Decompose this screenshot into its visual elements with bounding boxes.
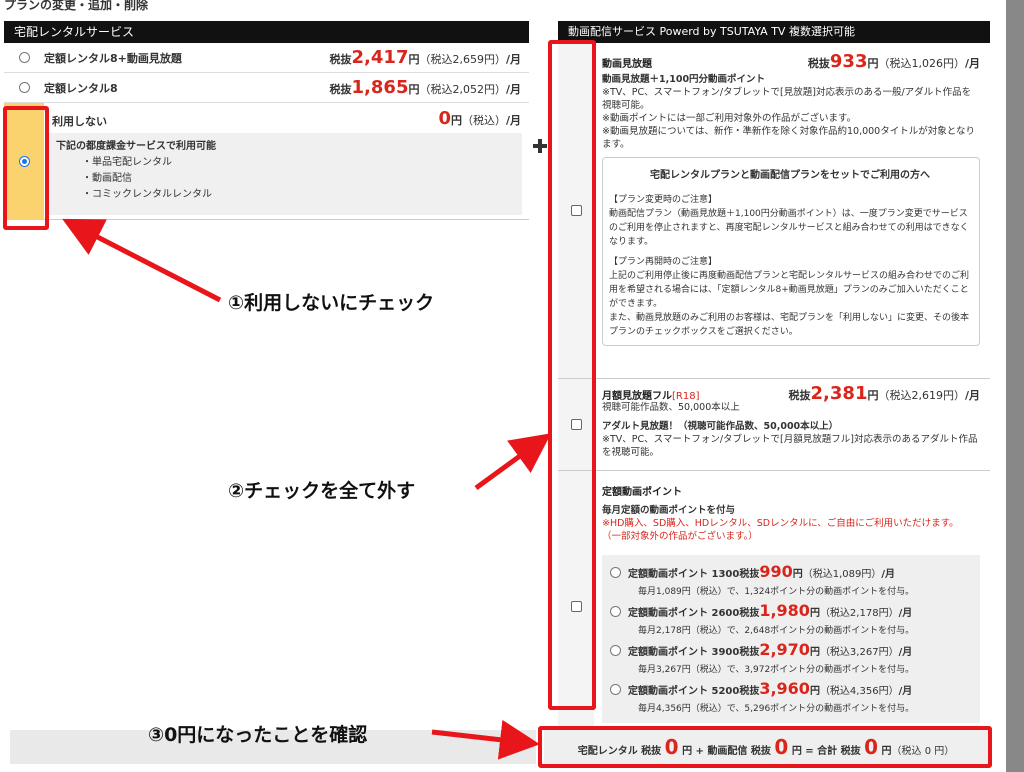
- annotation-step-1: ①利用しないにチェック: [228, 292, 435, 314]
- arrow-step-1: [62, 218, 222, 303]
- points-option-2-radio[interactable]: [610, 606, 621, 617]
- points-option-1-title: 定額動画ポイント 1300税抜990円（税込1,089円）/月: [628, 562, 896, 581]
- rental-none-info-title: 下記の都度課金サービスで利用可能: [56, 141, 216, 152]
- points-option-1-radio[interactable]: [610, 567, 621, 578]
- full-price: 税抜2,381円（税込2,619円）/月: [788, 383, 980, 404]
- points-highlight: 毎月定額の動画ポイントを付与: [602, 505, 736, 516]
- points-option-1-sub: 毎月1,089円（税込）で、1,324ポイント分の動画ポイントを付与。: [638, 587, 915, 597]
- notice-1-head: 【プラン変更時のご注意】: [609, 195, 718, 205]
- points-options: 定額動画ポイント 1300税抜990円（税込1,089円）/月 毎月1,089円…: [602, 555, 980, 723]
- rental-none-info-box: 下記の都度課金サービスで利用可能 ・単品宅配レンタル ・動画配信 ・コミックレン…: [46, 133, 522, 215]
- points-option-4-sub: 毎月4,356円（税込）で、5,296ポイント分の動画ポイントを付与。: [638, 704, 915, 714]
- points-option-2[interactable]: 定額動画ポイント 2600税抜1,980円（税込2,178円）/月 毎月2,17…: [602, 602, 972, 639]
- rental-plan-row-1[interactable]: 定額レンタル8+動画見放題 税抜2,417円（税込2,659円）/月: [4, 43, 529, 73]
- points-option-4-radio[interactable]: [610, 684, 621, 695]
- list-item: ・単品宅配レンタル: [82, 157, 172, 168]
- full-highlight: アダルト見放題！（視聴可能作品数、50,000本以上）: [602, 421, 839, 432]
- streaming-service-panel: 動画配信サービス Powerd by TSUTAYA TV 複数選択可能 動画見…: [558, 21, 990, 741]
- points-option-2-sub: 毎月2,178円（税込）で、2,648ポイント分の動画ポイントを付与。: [638, 626, 915, 636]
- highlight-price-summary: [538, 726, 992, 768]
- list-item: ・動画配信: [82, 173, 132, 184]
- list-item: ・コミックレンタルレンタル: [82, 189, 212, 200]
- rental-panel-header: 宅配レンタルサービス: [4, 21, 529, 43]
- arrow-step-2: [474, 433, 552, 491]
- rental-plan-1-label: 定額レンタル8+動画見放題: [44, 51, 182, 65]
- rental-none-label: 利用しない: [52, 115, 107, 128]
- points-title: 定額動画ポイント: [602, 487, 682, 498]
- points-option-3-sub: 毎月3,267円（税込）で、3,972ポイント分の動画ポイントを付与。: [638, 665, 915, 675]
- full-title: 月額見放題フル[R18]: [602, 391, 700, 402]
- points-option-3[interactable]: 定額動画ポイント 3900税抜2,970円（税込3,267円）/月 毎月3,26…: [602, 641, 972, 678]
- streaming-points-section: 定額動画ポイント 毎月定額の動画ポイントを付与 ※HD購入、SD購入、HDレンタ…: [558, 471, 990, 741]
- points-option-3-radio[interactable]: [610, 645, 621, 656]
- rental-plan-1-radio[interactable]: [18, 52, 30, 63]
- points-option-2-title: 定額動画ポイント 2600税抜1,980円（税込2,178円）/月: [628, 601, 913, 620]
- points-desc: ※HD購入、SD購入、HDレンタル、SDレンタルに、ご自由にご利用いただけます。: [602, 518, 959, 529]
- points-option-4[interactable]: 定額動画ポイント 5200税抜3,960円（税込4,356円）/月 毎月4,35…: [602, 680, 972, 717]
- points-option-4-title: 定額動画ポイント 5200税抜3,960円（税込4,356円）/月: [628, 679, 913, 698]
- plus-icon: [533, 139, 547, 153]
- rental-plan-1-price: 税抜2,417円（税込2,659円）/月: [329, 47, 521, 68]
- rental-none-row[interactable]: 利用しない 0円（税込）/月 下記の都度課金サービスで利用可能 ・単品宅配レンタ…: [4, 103, 529, 220]
- notice-2-extra: また、動画見放題のみご利用のお客様は、宅配プランを「利用しない」に変更、その後本…: [609, 313, 970, 337]
- rental-plan-2-price: 税抜1,865円（税込2,052円）/月: [329, 77, 521, 98]
- annotation-step-2: ②チェックを全て外す: [228, 480, 416, 502]
- mihodai-price: 税抜933円（税込1,026円）/月: [807, 51, 980, 72]
- highlight-none-radio: [3, 106, 49, 230]
- mihodai-title: 動画見放題: [602, 59, 652, 70]
- rental-plan-2-radio[interactable]: [18, 82, 30, 93]
- mihodai-desc-3: ※動画見放題については、新作・準新作を除く対象作品約10,000タイトルが対象と…: [602, 126, 975, 150]
- notice-2-head: 【プラン再開時のご注意】: [609, 257, 718, 267]
- annotation-step-3: ③0円になったことを確認: [148, 724, 368, 746]
- rental-plan-row-2[interactable]: 定額レンタル8 税抜1,865円（税込2,052円）/月: [4, 73, 529, 103]
- points-desc-2: （一部対象外の作品がございます。）: [602, 531, 758, 542]
- rental-none-price: 0円（税込）/月: [438, 108, 521, 129]
- mihodai-highlight: 動画見放題＋1,100円分動画ポイント: [602, 74, 766, 85]
- points-option-1[interactable]: 定額動画ポイント 1300税抜990円（税込1,089円）/月 毎月1,089円…: [602, 563, 972, 600]
- mihodai-desc-2: ※動画ポイントには一部ご利用対象外の作品がございます。: [602, 113, 857, 124]
- scrollbar[interactable]: [1006, 0, 1024, 772]
- mihodai-notice-box: 宅配レンタルプランと動画配信プランをセットでご利用の方へ 【プラン変更時のご注意…: [602, 157, 980, 346]
- streaming-full-section: 月額見放題フル[R18] 税抜2,381円（税込2,619円）/月 視聴可能作品…: [558, 379, 990, 471]
- full-desc: ※TV、PC、スマートフォン/タブレットで[月額見放題フル]対応表示のあるアダル…: [602, 434, 978, 458]
- streaming-panel-header: 動画配信サービス Powerd by TSUTAYA TV 複数選択可能: [558, 21, 990, 43]
- notice-2-body: 上記のご利用停止後に再度動画配信プランと宅配レンタルサービスの組み合わせでのご利…: [609, 271, 970, 309]
- rental-plan-2-label: 定額レンタル8: [44, 81, 118, 95]
- page-title: プランの変更・追加・削除: [4, 0, 149, 12]
- highlight-checkbox-column: [548, 40, 596, 710]
- points-option-3-title: 定額動画ポイント 3900税抜2,970円（税込3,267円）/月: [628, 640, 913, 659]
- notice-title: 宅配レンタルプランと動画配信プランをセットでご利用の方へ: [650, 170, 930, 181]
- mihodai-desc-1: ※TV、PC、スマートフォン/タブレットで[見放題]対応表示のある一般/アダルト…: [602, 87, 972, 111]
- streaming-mihodai-section: 動画見放題 税抜933円（税込1,026円）/月 動画見放題＋1,100円分動画…: [558, 43, 990, 379]
- rental-service-panel: 宅配レンタルサービス 定額レンタル8+動画見放題 税抜2,417円（税込2,65…: [4, 21, 529, 220]
- notice-1-body: 動画配信プラン（動画見放題＋1,100円分動画ポイント）は、一度プラン変更でサー…: [609, 209, 969, 247]
